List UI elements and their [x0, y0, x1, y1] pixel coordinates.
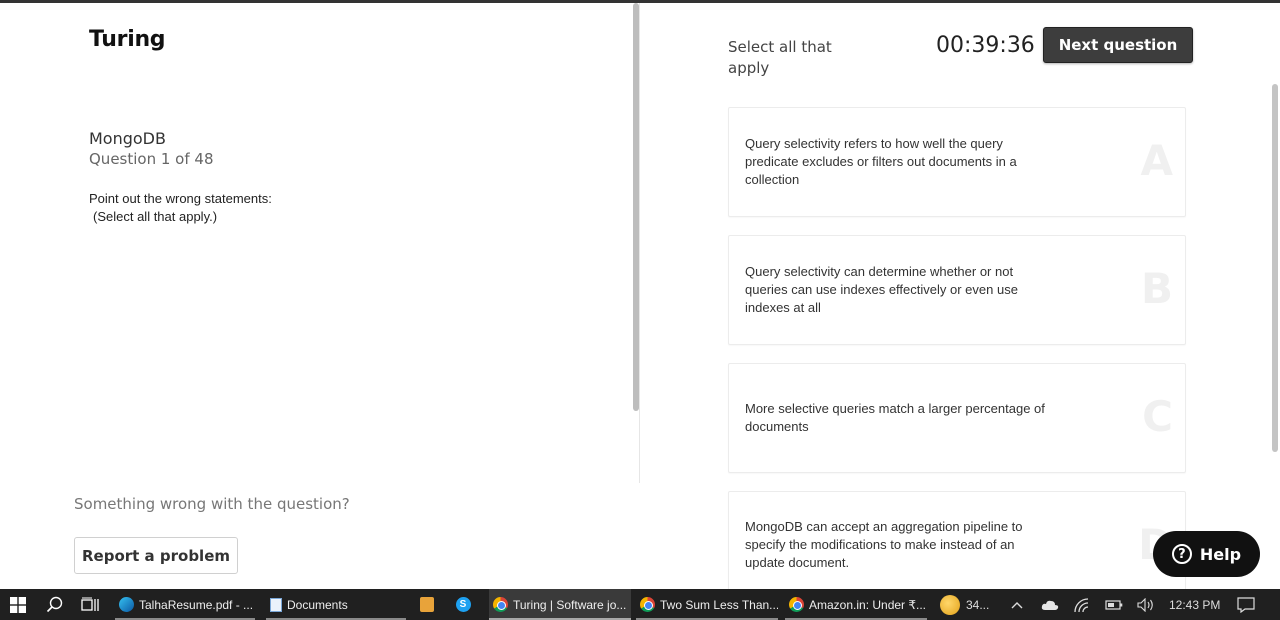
option-letter: B: [1140, 264, 1173, 313]
option-text: Query selectivity can determine whether …: [745, 264, 1018, 315]
sublime-icon[interactable]: [416, 589, 438, 620]
taskbar-app-amazon[interactable]: Amazon.in: Under ₹...: [785, 589, 927, 620]
skype-icon[interactable]: S: [452, 589, 474, 620]
chrome-icon: [789, 597, 804, 612]
weather-widget[interactable]: 34...: [940, 589, 989, 620]
report-problem-button[interactable]: Report a problem: [74, 537, 238, 574]
question-prompt-line2: (Select all that apply.): [93, 209, 218, 224]
help-label: Help: [1199, 544, 1242, 564]
onedrive-icon[interactable]: [1041, 589, 1059, 620]
chrome-icon: [493, 597, 508, 612]
option-letter: C: [1142, 392, 1173, 441]
clock[interactable]: 12:43 PM: [1169, 589, 1220, 620]
chevron-up-icon[interactable]: [1010, 589, 1024, 620]
option-a[interactable]: Query selectivity refers to how well the…: [728, 107, 1186, 217]
next-question-button[interactable]: Next question: [1043, 27, 1193, 63]
volume-icon[interactable]: [1137, 589, 1155, 620]
taskbar-app-two-sum[interactable]: Two Sum Less Than...: [636, 589, 778, 620]
option-text: Query selectivity refers to how well the…: [745, 136, 1017, 187]
question-pane: Turing MongoDB Question 1 of 48 Point ou…: [0, 3, 640, 589]
taskbar-app-label: Two Sum Less Than...: [660, 597, 778, 612]
notepad-icon: [270, 597, 282, 612]
option-d[interactable]: MongoDB can accept an aggregation pipeli…: [728, 491, 1186, 591]
weather-sun-icon: [940, 594, 960, 615]
option-c[interactable]: More selective queries match a larger pe…: [728, 363, 1186, 473]
taskbar-app-label: Turing | Software jo...: [513, 597, 627, 612]
option-letter: A: [1140, 136, 1173, 185]
question-subject: MongoDB: [89, 129, 166, 148]
edge-icon: [119, 597, 134, 612]
search-icon[interactable]: [42, 589, 66, 620]
question-number: Question 1 of 48: [89, 150, 214, 168]
instruction-text: Select all that apply: [728, 38, 832, 77]
pane-divider: [639, 3, 640, 483]
brand-logo: Turing: [89, 27, 166, 52]
wifi-icon[interactable]: [1073, 589, 1091, 620]
taskbar-app-documents[interactable]: Documents: [266, 589, 406, 620]
taskbar-app-label: Documents: [287, 597, 348, 612]
option-b[interactable]: Query selectivity can determine whether …: [728, 235, 1186, 345]
taskbar-app-turing[interactable]: Turing | Software jo...: [489, 589, 631, 620]
taskbar-app-edge[interactable]: TalhaResume.pdf - ...: [115, 589, 255, 620]
question-mark-icon: ?: [1171, 544, 1192, 564]
taskbar-app-label: Amazon.in: Under ₹...: [809, 597, 927, 612]
battery-icon[interactable]: [1105, 589, 1123, 620]
question-prompt-line1: Point out the wrong statements:: [89, 191, 272, 206]
option-text: MongoDB can accept an aggregation pipeli…: [745, 519, 1023, 570]
report-prompt: Something wrong with the question?: [74, 495, 350, 513]
countdown-timer: 00:39:36: [936, 33, 1035, 58]
taskbar: TalhaResume.pdf - ... Documents S Turing…: [0, 589, 1280, 620]
chrome-icon: [640, 597, 655, 612]
task-view-icon[interactable]: [78, 589, 102, 620]
option-text: More selective queries match a larger pe…: [745, 401, 1045, 434]
page-scrollbar[interactable]: [1272, 84, 1278, 452]
help-button[interactable]: ? Help: [1153, 531, 1260, 577]
weather-temp: 34...: [966, 597, 990, 612]
windows-start-icon[interactable]: [6, 589, 30, 620]
question-prompt: Point out the wrong statements: (Select …: [89, 190, 272, 226]
taskbar-app-label: TalhaResume.pdf - ...: [139, 597, 254, 612]
notifications-icon[interactable]: [1237, 589, 1255, 620]
